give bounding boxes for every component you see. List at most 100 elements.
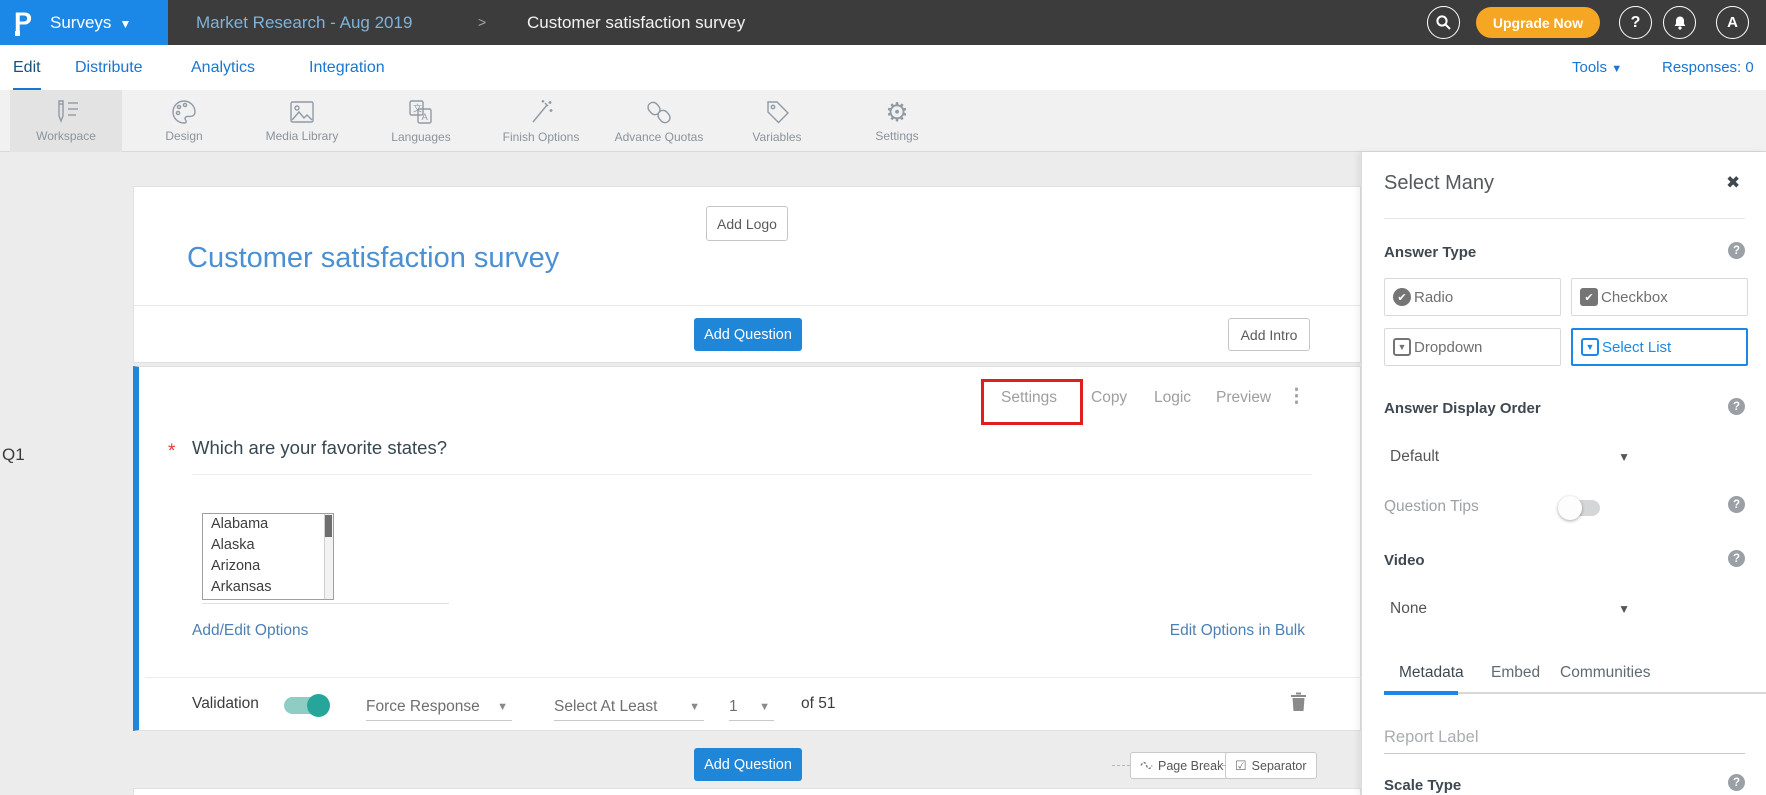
search-button[interactable] [1427, 6, 1460, 39]
scale-type-help-icon[interactable]: ? [1728, 774, 1745, 791]
tab-metadata[interactable]: Metadata [1399, 664, 1464, 682]
list-item[interactable]: Arizona [203, 556, 333, 577]
account-avatar[interactable]: A [1716, 6, 1749, 39]
toolbar-item-advance-quotas[interactable]: Advance Quotas [603, 90, 715, 152]
question-settings-panel: Select Many ✖ Answer Type ? ✔ Radio ✔ Ch… [1361, 152, 1766, 795]
separator-button[interactable]: ☑ Separator [1225, 752, 1317, 779]
chevron-down-icon: ▼ [1611, 63, 1622, 75]
toolbar-item-variables[interactable]: Variables [721, 90, 833, 152]
scrollbar-thumb[interactable] [325, 515, 332, 537]
answer-display-order-label: Answer Display Order [1384, 400, 1541, 417]
tab-integration[interactable]: Integration [309, 45, 385, 90]
tab-edit[interactable]: Edit [13, 45, 41, 90]
chevron-down-icon: ▼ [497, 701, 512, 713]
answer-type-checkbox-button[interactable]: ✔ Checkbox [1571, 278, 1748, 316]
add-intro-button[interactable]: Add Intro [1228, 318, 1310, 351]
surveys-menu-label: Surveys [50, 13, 111, 33]
video-dropdown[interactable]: None ▼ [1390, 596, 1630, 622]
validation-count-dropdown[interactable]: 1 ▼ [729, 693, 774, 721]
page-break-icon [1140, 759, 1153, 772]
add-question-button[interactable]: Add Question [694, 318, 802, 351]
notifications-button[interactable] [1663, 6, 1696, 39]
question-copy-button[interactable]: Copy [1091, 389, 1127, 407]
question-preview-button[interactable]: Preview [1216, 389, 1271, 407]
survey-title[interactable]: Customer satisfaction survey [187, 242, 559, 275]
add-logo-button[interactable]: Add Logo [706, 206, 788, 241]
search-icon [1435, 14, 1452, 31]
question-tips-toggle[interactable] [1560, 500, 1600, 516]
breadcrumb-separator: > [478, 0, 486, 45]
validation-toggle[interactable] [284, 697, 328, 714]
chevron-down-icon: ▼ [689, 701, 704, 713]
toolbar-item-label: Workspace [36, 129, 96, 143]
answer-type-label: Answer Type [1384, 244, 1476, 261]
delete-question-button[interactable] [1290, 691, 1307, 717]
chevron-down-icon: ▼ [119, 17, 131, 31]
question-logic-button[interactable]: Logic [1154, 389, 1191, 407]
toolbar-item-media-library[interactable]: Media Library [246, 90, 358, 152]
scrollbar[interactable] [324, 514, 333, 599]
tab-analytics[interactable]: Analytics [191, 45, 255, 90]
tools-menu[interactable]: Tools ▼ [1572, 45, 1622, 90]
question-tips-help-icon[interactable]: ? [1728, 496, 1745, 513]
question-mark-icon: ? [1631, 14, 1641, 32]
close-icon: ✖ [1726, 173, 1740, 192]
answer-display-order-help-icon[interactable]: ? [1728, 398, 1745, 415]
question-tips-label: Question Tips [1384, 498, 1479, 516]
questionpro-logo-icon: P [14, 0, 32, 45]
panel-title: Select Many [1384, 172, 1494, 195]
more-options-icon[interactable]: ⋮ [1287, 385, 1306, 408]
editor-toolbar: Workspace Design Media Library 文A Langua… [0, 90, 1766, 152]
validation-condition-dropdown[interactable]: Select At Least ▼ [554, 693, 704, 721]
divider [134, 305, 1360, 306]
video-help-icon[interactable]: ? [1728, 550, 1745, 567]
trash-icon [1290, 691, 1307, 712]
tab-embed[interactable]: Embed [1491, 664, 1540, 682]
section-nav: Edit Distribute Analytics Integration To… [0, 45, 1766, 90]
add-question-bottom-button[interactable]: Add Question [694, 748, 802, 781]
toolbar-item-languages[interactable]: 文A Languages [365, 90, 477, 152]
answer-type-select-list-button[interactable]: ▼ Select List [1571, 328, 1748, 366]
add-edit-options-link[interactable]: Add/Edit Options [192, 622, 308, 640]
surveys-menu[interactable]: P Surveys ▼ [0, 0, 168, 45]
toolbar-item-label: Settings [875, 129, 918, 143]
toolbar-item-label: Finish Options [503, 130, 580, 144]
toolbar-item-design[interactable]: Design [128, 90, 240, 152]
list-item[interactable]: Alabama [203, 514, 333, 535]
toolbar-item-workspace[interactable]: Workspace [10, 90, 122, 152]
answer-type-dropdown-button[interactable]: ▼ Dropdown [1384, 328, 1561, 366]
divider [192, 474, 1312, 475]
validation-rule-dropdown[interactable]: Force Response ▼ [366, 693, 512, 721]
answer-type-help-icon[interactable]: ? [1728, 242, 1745, 259]
list-item[interactable]: Arkansas [203, 577, 333, 598]
upgrade-now-button[interactable]: Upgrade Now [1476, 7, 1600, 38]
answer-type-radio-button[interactable]: ✔ Radio [1384, 278, 1561, 316]
edit-options-in-bulk-link[interactable]: Edit Options in Bulk [1170, 622, 1305, 640]
top-bar: P Surveys ▼ Market Research - Aug 2019 >… [0, 0, 1766, 45]
question-number: Q1 [2, 445, 25, 465]
toolbar-item-label: Advance Quotas [615, 130, 704, 144]
radio-check-icon: ✔ [1393, 288, 1411, 306]
chevron-down-icon: ▼ [1618, 450, 1630, 464]
tab-communities[interactable]: Communities [1560, 664, 1650, 682]
answer-select-list[interactable]: Alabama Alaska Arizona Arkansas [202, 513, 334, 600]
question-text[interactable]: Which are your favorite states? [192, 437, 447, 459]
list-item[interactable]: Alaska [203, 535, 333, 556]
toolbar-item-settings[interactable]: ⚙ Settings [841, 90, 953, 152]
image-icon [288, 99, 316, 125]
tab-distribute[interactable]: Distribute [75, 45, 143, 90]
toggle-knob [1558, 496, 1582, 520]
breadcrumb-folder[interactable]: Market Research - Aug 2019 [196, 0, 412, 45]
toolbar-item-finish-options[interactable]: Finish Options [485, 90, 597, 152]
active-tab-indicator [1384, 691, 1458, 695]
next-section-card-edge [133, 788, 1361, 795]
close-panel-button[interactable]: ✖ [1726, 173, 1740, 193]
toolbar-item-label: Media Library [266, 129, 339, 143]
report-label-input[interactable] [1384, 722, 1745, 754]
gear-icon: ⚙ [885, 99, 908, 125]
palette-icon [170, 99, 198, 125]
translate-icon: 文A [407, 99, 435, 126]
toolbar-item-label: Variables [752, 130, 801, 144]
help-button[interactable]: ? [1619, 6, 1652, 39]
answer-display-order-dropdown[interactable]: Default ▼ [1390, 444, 1630, 470]
